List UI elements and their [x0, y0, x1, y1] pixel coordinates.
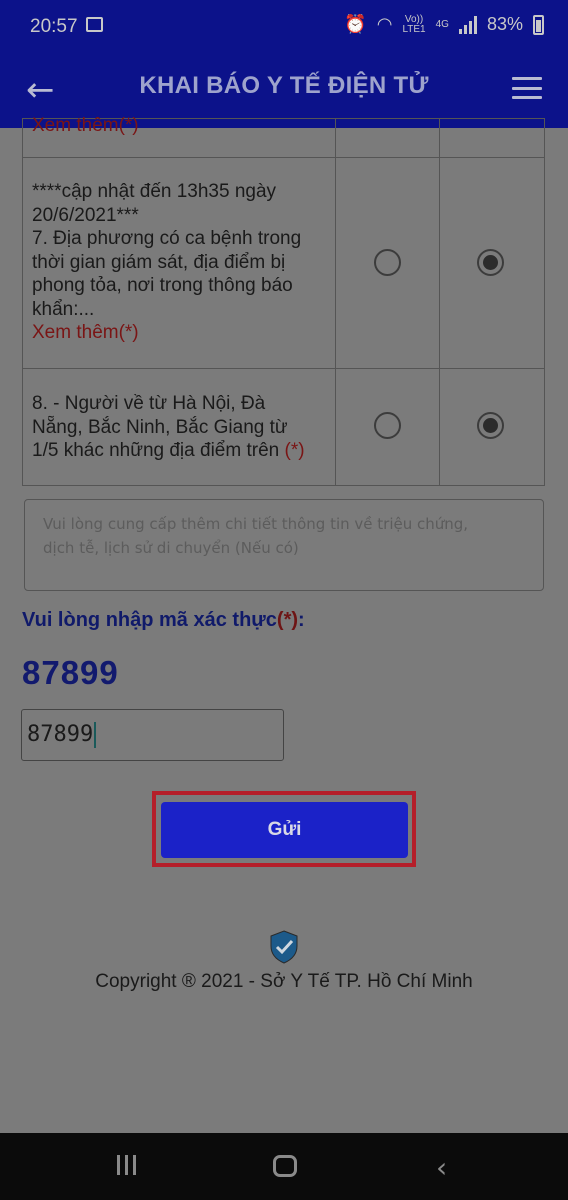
question-6-yes-cell	[335, 118, 440, 158]
hamburger-menu-icon[interactable]	[512, 77, 542, 99]
question-6-no-cell	[439, 118, 545, 158]
signal-icon	[458, 15, 477, 34]
details-placeholder-line-1: Vui lòng cung cấp thêm chi tiết thông ti…	[43, 515, 469, 533]
captcha-input[interactable]: 87899	[21, 709, 284, 761]
question-7-text: ****cập nhật đến 13h35 ngày 20/6/2021***…	[32, 181, 302, 345]
captcha-code: 87899	[22, 654, 119, 691]
copyright-text: Copyright ® 2021 - Sở Y Tế TP. Hồ Chí Mi…	[95, 971, 473, 992]
clock: 20:57	[30, 16, 78, 37]
recent-apps-icon[interactable]	[117, 1155, 136, 1175]
system-nav-bar: ‹	[0, 1133, 568, 1200]
home-icon[interactable]	[273, 1155, 297, 1177]
question-7-yes-radio[interactable]	[374, 249, 401, 276]
question-7-no-radio[interactable]	[477, 249, 504, 276]
required-marker: (*)	[284, 440, 305, 461]
status-bar: 20:57 ⏰ ◠ Vo)) LTE1 4G 83%	[0, 0, 568, 56]
details-placeholder-line-2: dịch tễ, lịch sử di chuyển (Nếu có)	[43, 539, 299, 557]
question-8-text: 8. - Người về từ Hà Nội, Đà Nẵng, Bắc Ni…	[32, 393, 305, 461]
question-6-more-link[interactable]: Xem thêm(*)	[32, 114, 139, 138]
captcha-label: Vui lòng nhập mã xác thực(*):	[22, 609, 305, 631]
question-7-more-link[interactable]: Xem thêm(*)	[32, 321, 301, 345]
status-icons: ⏰ ◠ Vo)) LTE1 4G 83%	[344, 14, 544, 35]
question-8-no-radio[interactable]	[477, 412, 504, 439]
shield-check-icon	[270, 930, 298, 964]
system-back-icon[interactable]: ‹	[436, 1151, 447, 1184]
gallery-notification-icon	[86, 17, 103, 32]
volte-indicator: Vo)) LTE1	[402, 13, 426, 35]
alarm-icon: ⏰	[344, 14, 367, 34]
battery-percent: 83%	[486, 14, 523, 34]
battery-icon	[533, 14, 544, 35]
submit-button[interactable]: Gửi	[161, 802, 408, 858]
captcha-input-value: 87899	[27, 722, 94, 747]
question-8-yes-radio[interactable]	[374, 412, 401, 439]
page-title: KHAI BÁO Y TẾ ĐIỆN TỬ	[139, 72, 429, 99]
network-type: 4G	[435, 18, 449, 30]
details-textarea[interactable]: Vui lòng cung cấp thêm chi tiết thông ti…	[24, 499, 544, 591]
wifi-icon: ◠	[376, 14, 393, 34]
